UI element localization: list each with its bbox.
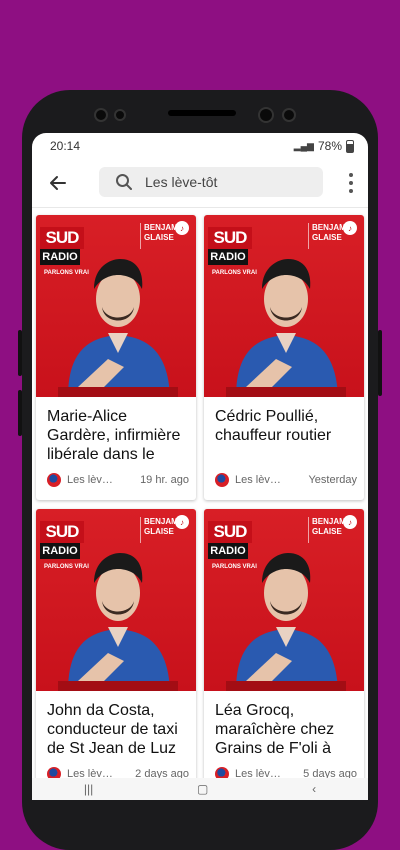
more-vert-icon[interactable] [348, 173, 354, 193]
podcast-badge-icon: ♪ [175, 221, 189, 235]
tagline: PARLONS VRAI [44, 564, 89, 570]
system-nav-bar: ||| ▢ ‹ [32, 778, 368, 800]
episode-meta: Les lève-tôt Yesterday [215, 473, 357, 487]
home-icon[interactable]: ▢ [197, 782, 208, 796]
search-icon [115, 172, 135, 192]
sud-logo: SUD [208, 227, 252, 249]
app-screen: 20:14 ▂▄▆ 78% Les lève-tôt SUD RADIO PAR… [32, 133, 368, 800]
source-avatar [215, 473, 229, 487]
status-time: 20:14 [50, 139, 81, 153]
tagline: PARLONS VRAI [44, 270, 89, 276]
sud-logo: SUD [208, 521, 252, 543]
volume-up-button [18, 330, 22, 376]
episode-source: Les lève-tôt [235, 474, 283, 486]
sud-logo: SUD [40, 227, 84, 249]
episode-time: 19 hr. ago [140, 474, 189, 486]
sud-logo: SUD [40, 521, 84, 543]
volume-down-button [18, 390, 22, 436]
radio-logo: RADIO [208, 543, 248, 559]
episode-card[interactable]: SUD RADIO PARLONS VRAI BENJAMIN GLAISE ♪… [204, 509, 364, 794]
podcast-badge-icon: ♪ [343, 515, 357, 529]
front-camera-icon [258, 107, 274, 123]
divider [32, 207, 368, 208]
episode-title: Cédric Poullié, chauffeur routier [215, 408, 332, 444]
arrow-left-icon[interactable] [44, 169, 72, 197]
search-input[interactable]: Les lève-tôt [99, 167, 323, 197]
app-bar: Les lève-tôt [32, 159, 368, 207]
battery-icon [346, 139, 354, 153]
episode-thumbnail: SUD RADIO PARLONS VRAI BENJAMIN GLAISE ♪ [204, 215, 364, 397]
episode-card[interactable]: SUD RADIO PARLONS VRAI BENJAMIN GLAISE ♪… [36, 509, 196, 794]
earpiece-speaker [168, 110, 236, 116]
episode-title: Marie-Alice Gardère, infirmière libérale… [47, 408, 181, 463]
sensor-icon [282, 108, 296, 122]
episode-thumbnail: SUD RADIO PARLONS VRAI BENJAMIN GLAISE ♪ [36, 215, 196, 397]
tagline: PARLONS VRAI [212, 564, 257, 570]
battery-percent: 78% [317, 139, 342, 153]
sensor-icon [94, 108, 108, 122]
recents-icon[interactable]: ||| [84, 782, 93, 796]
power-button [378, 330, 382, 396]
radio-logo: RADIO [40, 543, 80, 559]
episode-card[interactable]: SUD RADIO PARLONS VRAI BENJAMIN GLAISE ♪… [204, 215, 364, 500]
sensor-icon [114, 109, 126, 121]
radio-logo: RADIO [40, 249, 80, 265]
search-query: Les lève-tôt [145, 174, 218, 190]
episode-title: Léa Grocq, maraîchère chez Grains de F'o… [215, 702, 335, 757]
source-avatar [47, 473, 61, 487]
status-bar: 20:14 ▂▄▆ 78% [32, 133, 368, 159]
radio-logo: RADIO [208, 249, 248, 265]
podcast-badge-icon: ♪ [343, 221, 357, 235]
episode-thumbnail: SUD RADIO PARLONS VRAI BENJAMIN GLAISE ♪ [204, 509, 364, 691]
podcast-badge-icon: ♪ [175, 515, 189, 529]
episode-meta: Les lève-tôt 19 hr. ago [47, 473, 189, 487]
episode-card[interactable]: SUD RADIO PARLONS VRAI BENJAMIN GLAISE ♪… [36, 215, 196, 500]
episode-source: Les lève-tôt [67, 474, 115, 486]
episode-time: Yesterday [308, 474, 357, 486]
episode-title: John da Costa, conducteur de taxi de St … [47, 702, 178, 757]
back-nav-icon[interactable]: ‹ [312, 782, 316, 796]
tagline: PARLONS VRAI [212, 270, 257, 276]
signal-icon: ▂▄▆ [293, 140, 314, 151]
episode-thumbnail: SUD RADIO PARLONS VRAI BENJAMIN GLAISE ♪ [36, 509, 196, 691]
